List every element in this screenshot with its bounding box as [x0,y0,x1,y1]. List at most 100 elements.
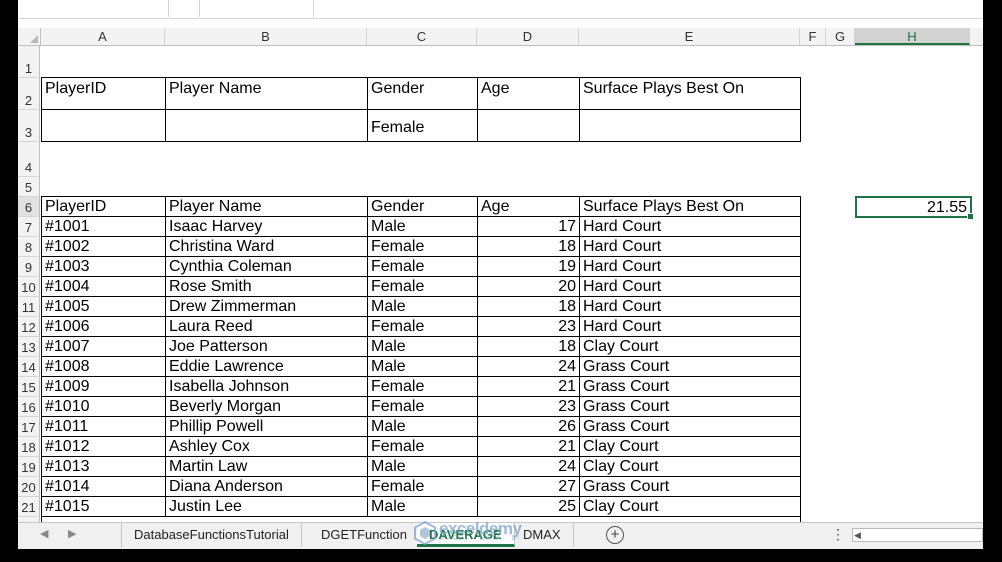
player-id-cell[interactable]: #1012 [41,436,166,457]
row-header-4[interactable]: 4 [18,142,40,177]
age-cell[interactable]: 24 [477,356,580,377]
column-header-h[interactable]: H [855,28,970,45]
tab-dgetfunction[interactable]: DGETFunction [309,523,420,547]
horizontal-scrollbar[interactable]: ◀ [852,528,983,542]
age-cell[interactable]: 19 [477,256,580,277]
row-header-14[interactable]: 14 [18,357,40,377]
column-header-e[interactable]: E [579,28,800,45]
player-id-cell[interactable]: #1015 [41,496,166,517]
age-cell[interactable]: 21 [477,436,580,457]
gender-cell[interactable]: Male [367,296,478,317]
age-cell[interactable]: 23 [477,316,580,337]
criteria-header-cell[interactable]: PlayerID [41,77,166,110]
age-cell[interactable]: 21 [477,376,580,397]
player-name-cell[interactable]: Diana Anderson [165,476,368,497]
player-name-cell[interactable]: Justin Lee [165,496,368,517]
criteria-value-cell[interactable] [579,109,801,142]
gender-cell[interactable]: Female [367,256,478,277]
row-header-5[interactable]: 5 [18,177,40,197]
criteria-header-cell[interactable]: Gender [367,77,478,110]
player-id-cell[interactable]: #1009 [41,376,166,397]
player-id-cell[interactable]: #1003 [41,256,166,277]
table-header-cell[interactable]: PlayerID [41,196,166,217]
row-header-18[interactable]: 18 [18,437,40,457]
row-header-6[interactable]: 6 [18,197,40,217]
tab-dmax[interactable]: DMAX [511,523,574,547]
row-header-11[interactable]: 11 [18,297,40,317]
column-header-f[interactable]: F [800,28,826,45]
age-cell[interactable]: 17 [477,216,580,237]
age-cell[interactable]: 23 [477,396,580,417]
gender-cell[interactable]: Male [367,456,478,477]
surface-cell[interactable]: Hard Court [579,256,801,277]
player-name-cell[interactable]: Drew Zimmerman [165,296,368,317]
add-sheet-icon[interactable]: + [606,526,624,544]
gender-cell[interactable]: Male [367,216,478,237]
row-header-19[interactable]: 19 [18,457,40,477]
table-header-cell[interactable]: Gender [367,196,478,217]
table-header-cell[interactable]: Surface Plays Best On [579,196,801,217]
player-id-cell[interactable]: #1005 [41,296,166,317]
row-header-20[interactable]: 20 [18,477,40,497]
column-header-g[interactable]: G [826,28,855,45]
age-cell[interactable]: 26 [477,416,580,437]
gender-cell[interactable]: Female [367,316,478,337]
age-cell[interactable]: 25 [477,496,580,517]
age-cell[interactable]: 18 [477,296,580,317]
player-name-cell[interactable]: Phillip Powell [165,416,368,437]
age-cell[interactable]: 18 [477,236,580,257]
gender-cell[interactable]: Male [367,496,478,517]
row-header-21[interactable]: 21 [18,497,40,517]
fill-handle[interactable] [967,213,974,220]
player-name-cell[interactable]: Christina Ward [165,236,368,257]
player-name-cell[interactable]: Joe Patterson [165,336,368,357]
row-header-10[interactable]: 10 [18,277,40,297]
column-header-b[interactable]: B [165,28,367,45]
criteria-value-cell[interactable] [41,109,166,142]
gender-cell[interactable]: Male [367,416,478,437]
surface-cell[interactable]: Clay Court [579,496,801,517]
row-header-17[interactable]: 17 [18,417,40,437]
row-header-13[interactable]: 13 [18,337,40,357]
surface-cell[interactable]: Hard Court [579,296,801,317]
row-header-15[interactable]: 15 [18,377,40,397]
gender-cell[interactable]: Female [367,376,478,397]
player-name-cell[interactable]: Rose Smith [165,276,368,297]
gender-cell[interactable]: Female [367,276,478,297]
player-id-cell[interactable]: #1006 [41,316,166,337]
table-header-cell[interactable]: Age [477,196,580,217]
row-header-7[interactable]: 7 [18,217,40,237]
player-name-cell[interactable]: Beverly Morgan [165,396,368,417]
column-header-a[interactable]: A [41,28,165,45]
player-name-cell[interactable]: Isaac Harvey [165,216,368,237]
surface-cell[interactable]: Hard Court [579,316,801,337]
player-id-cell[interactable]: #1014 [41,476,166,497]
gender-cell[interactable]: Female [367,476,478,497]
surface-cell[interactable]: Grass Court [579,476,801,497]
player-id-cell[interactable]: #1002 [41,236,166,257]
gender-cell[interactable]: Female [367,396,478,417]
surface-cell[interactable]: Hard Court [579,216,801,237]
player-id-cell[interactable]: #1007 [41,336,166,357]
gender-cell[interactable]: Female [367,436,478,457]
criteria-gender-value[interactable]: Female [367,109,478,142]
row-header-1[interactable]: 1 [18,46,40,78]
row-header-16[interactable]: 16 [18,397,40,417]
player-id-cell[interactable]: #1004 [41,276,166,297]
player-name-cell[interactable]: Martin Law [165,456,368,477]
row-header-12[interactable]: 12 [18,317,40,337]
criteria-value-cell[interactable] [477,109,580,142]
player-name-cell[interactable]: Laura Reed [165,316,368,337]
worksheet[interactable]: A B C D E F G H 1 2 3 4 5 6 7 8 9 10 11 … [18,0,983,522]
column-header-d[interactable]: D [477,28,579,45]
tab-databasefunctionstutorial[interactable]: DatabaseFunctionsTutorial [121,523,302,547]
surface-cell[interactable]: Clay Court [579,436,801,457]
surface-cell[interactable]: Clay Court [579,336,801,357]
criteria-value-cell[interactable] [165,109,368,142]
tab-daverage[interactable]: DAVERAGE [417,523,515,547]
row-header-3[interactable]: 3 [18,110,40,142]
age-cell[interactable]: 27 [477,476,580,497]
criteria-header-cell[interactable]: Player Name [165,77,368,110]
player-name-cell[interactable]: Eddie Lawrence [165,356,368,377]
age-cell[interactable]: 24 [477,456,580,477]
